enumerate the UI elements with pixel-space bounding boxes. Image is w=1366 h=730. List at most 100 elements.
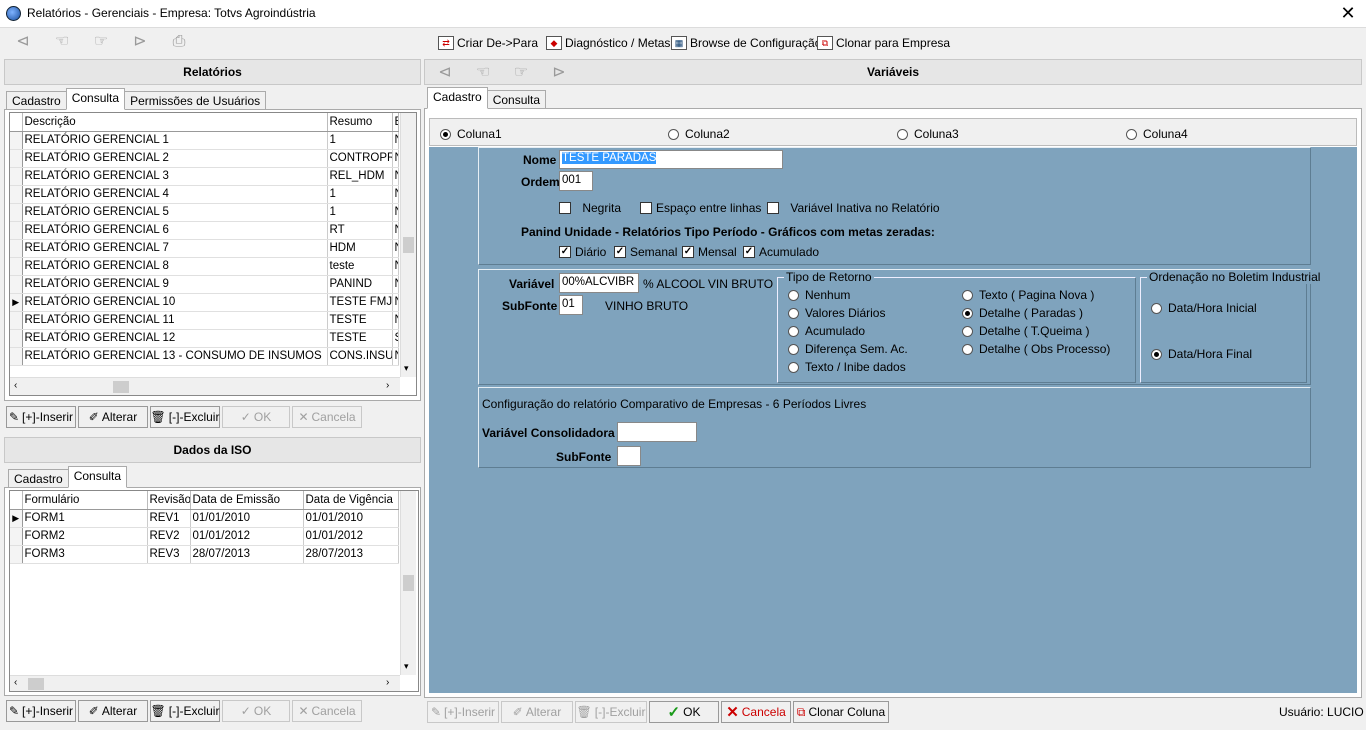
- var-inserir-button[interactable]: ✎ [+]-Inserir: [427, 701, 499, 723]
- table-row[interactable]: RELATÓRIO GERENCIAL 11N: [10, 131, 399, 150]
- tab-consulta[interactable]: Consulta: [65, 88, 126, 110]
- subfonte-field[interactable]: 01: [559, 295, 583, 315]
- coluna1-radio[interactable]: Coluna1: [440, 127, 502, 141]
- hscroll-thumb[interactable]: [113, 381, 129, 393]
- tab-cadastro[interactable]: Cadastro: [6, 91, 67, 110]
- semanal-checkbox[interactable]: ✓ Semanal: [614, 245, 677, 259]
- var-cancela-button[interactable]: ✕ Cancela: [721, 701, 791, 723]
- table-row[interactable]: RELATÓRIO GERENCIAL 2CONTROPRN: [10, 149, 399, 168]
- excluir-button[interactable]: 🗑 [-]-Excluir: [150, 406, 220, 428]
- scroll-right-icon[interactable]: ›: [386, 380, 389, 391]
- coluna4-radio[interactable]: Coluna4: [1126, 127, 1188, 141]
- col-revisao[interactable]: Revisão: [147, 491, 191, 510]
- ok-button[interactable]: ✓ OK: [222, 406, 290, 428]
- retorno-paradas-radio[interactable]: Detalhe ( Paradas ): [962, 306, 1083, 320]
- table-row[interactable]: FORM3 REV3 28/07/2013 28/07/2013: [10, 545, 399, 564]
- table-row[interactable]: RELATÓRIO GERENCIAL 8testeN: [10, 257, 399, 276]
- retorno-acumulado-radio[interactable]: Acumulado: [788, 324, 865, 338]
- scroll-left-icon[interactable]: ‹: [14, 380, 17, 391]
- var-first-icon[interactable]: ⊲: [432, 62, 458, 84]
- diagnostico-button[interactable]: ◆ Diagnóstico / Metas: [546, 32, 670, 54]
- table-row[interactable]: RELATÓRIO GERENCIAL 13 - CONSUMO DE INSU…: [10, 347, 399, 366]
- table-row[interactable]: ▶ FORM1 REV1 01/01/2010 01/01/2010: [10, 509, 399, 528]
- table-row[interactable]: RELATÓRIO GERENCIAL 51N: [10, 203, 399, 222]
- scroll-down-icon[interactable]: ▾: [404, 661, 409, 672]
- col-formulario[interactable]: Formulário: [22, 491, 148, 510]
- scroll-left-icon[interactable]: ‹: [14, 677, 17, 688]
- previous-record-icon[interactable]: ☜: [49, 31, 75, 53]
- retorno-queima-radio[interactable]: Detalhe ( T.Queima ): [962, 324, 1090, 338]
- tab-iso-cadastro[interactable]: Cadastro: [8, 469, 69, 488]
- table-row[interactable]: FORM2 REV2 01/01/2012 01/01/2012: [10, 527, 399, 546]
- ordenacao-inicial-radio[interactable]: Data/Hora Inicial: [1151, 301, 1257, 315]
- browse-config-button[interactable]: ▦ Browse de Configuração: [671, 32, 821, 54]
- cancela-button[interactable]: ✕ Cancela: [292, 406, 362, 428]
- col-e[interactable]: E: [392, 113, 399, 132]
- mensal-checkbox[interactable]: ✓ Mensal: [682, 245, 737, 259]
- alterar-button[interactable]: ✐ Alterar: [78, 406, 148, 428]
- last-record-icon[interactable]: ⊳: [127, 31, 153, 53]
- tab-permissoes[interactable]: Permissões de Usuários: [124, 91, 267, 110]
- scroll-down-icon[interactable]: ▾: [404, 363, 409, 374]
- negrita-checkbox[interactable]: Negrita: [559, 201, 621, 215]
- relatorios-hscroll[interactable]: ‹ ›: [10, 377, 400, 395]
- var-prev-icon[interactable]: ☜: [470, 62, 496, 84]
- retorno-diferenca-radio[interactable]: Diferença Sem. Ac.: [788, 342, 908, 356]
- tab-var-consulta[interactable]: Consulta: [486, 90, 547, 109]
- close-icon[interactable]: ✕: [1336, 2, 1360, 24]
- consolidada-field[interactable]: [617, 422, 697, 442]
- retorno-obs-radio[interactable]: Detalhe ( Obs Processo): [962, 342, 1110, 356]
- nome-field[interactable]: TESTE PARADAS: [559, 150, 783, 169]
- var-excluir-button[interactable]: 🗑 [-]-Excluir: [575, 701, 647, 723]
- var-next-icon[interactable]: ☞: [508, 62, 534, 84]
- criar-de-para-button[interactable]: ⇄ Criar De->Para: [438, 32, 538, 54]
- subfonte2-field[interactable]: [617, 446, 641, 466]
- iso-inserir-button[interactable]: ✎ [+]-Inserir: [6, 700, 76, 722]
- iso-hscroll[interactable]: ‹ ›: [10, 675, 400, 691]
- tab-var-cadastro[interactable]: Cadastro: [427, 87, 488, 109]
- ordenacao-final-radio[interactable]: Data/Hora Final: [1151, 347, 1252, 361]
- table-row[interactable]: RELATÓRIO GERENCIAL 9PANINDN: [10, 275, 399, 294]
- iso-ok-button[interactable]: ✓ OK: [222, 700, 290, 722]
- var-last-icon[interactable]: ⊳: [546, 62, 572, 84]
- retorno-nenhum-radio[interactable]: Nenhum: [788, 288, 850, 302]
- iso-excluir-button[interactable]: 🗑 [-]-Excluir: [150, 700, 220, 722]
- col-emissao[interactable]: Data de Emissão: [190, 491, 304, 510]
- clonar-empresa-button[interactable]: ⧉ Clonar para Empresa: [817, 32, 950, 54]
- variavel-field[interactable]: 00%ALCVIBR: [559, 273, 639, 293]
- coluna3-radio[interactable]: Coluna3: [897, 127, 959, 141]
- var-ok-button[interactable]: ✓ OK: [649, 701, 719, 723]
- col-descricao[interactable]: Descrição: [22, 113, 328, 132]
- table-row[interactable]: ▶RELATÓRIO GERENCIAL 10TESTE FMJN: [10, 293, 399, 312]
- inserir-button[interactable]: ✎ [+]-Inserir: [6, 406, 76, 428]
- ordem-field[interactable]: 001: [559, 171, 593, 191]
- retorno-texto-radio[interactable]: Texto / Inibe dados: [788, 360, 906, 374]
- table-row[interactable]: RELATÓRIO GERENCIAL 7HDMN: [10, 239, 399, 258]
- acumulado-checkbox[interactable]: ✓ Acumulado: [743, 245, 819, 259]
- col-resumo[interactable]: Resumo: [327, 113, 393, 132]
- relatorios-vscroll[interactable]: ▾: [400, 113, 416, 377]
- scroll-thumb[interactable]: [403, 237, 414, 253]
- print-icon[interactable]: ⎙: [166, 31, 192, 53]
- table-row[interactable]: RELATÓRIO GERENCIAL 6RTN: [10, 221, 399, 240]
- retorno-valores-radio[interactable]: Valores Diários: [788, 306, 885, 320]
- next-record-icon[interactable]: ☞: [88, 31, 114, 53]
- table-row[interactable]: RELATÓRIO GERENCIAL 12TESTES: [10, 329, 399, 348]
- scroll-thumb[interactable]: [403, 575, 414, 591]
- coluna2-radio[interactable]: Coluna2: [668, 127, 730, 141]
- table-row[interactable]: RELATÓRIO GERENCIAL 3REL_HDMN: [10, 167, 399, 186]
- col-vigencia[interactable]: Data de Vigência: [303, 491, 399, 510]
- table-row[interactable]: RELATÓRIO GERENCIAL 41N: [10, 185, 399, 204]
- diario-checkbox[interactable]: ✓ Diário: [559, 245, 606, 259]
- clonar-coluna-button[interactable]: ⧉ Clonar Coluna: [793, 701, 889, 723]
- inativa-checkbox[interactable]: Variável Inativa no Relatório: [767, 201, 940, 215]
- first-record-icon[interactable]: ⊲: [10, 31, 36, 53]
- tab-iso-consulta[interactable]: Consulta: [67, 466, 128, 488]
- scroll-right-icon[interactable]: ›: [386, 677, 389, 688]
- iso-alterar-button[interactable]: ✐ Alterar: [78, 700, 148, 722]
- hscroll-thumb[interactable]: [28, 678, 44, 690]
- var-alterar-button[interactable]: ✐ Alterar: [501, 701, 573, 723]
- espaco-checkbox[interactable]: Espaço entre linhas: [640, 201, 761, 215]
- iso-vscroll[interactable]: ▾: [400, 491, 416, 675]
- table-row[interactable]: RELATÓRIO GERENCIAL 11TESTEN: [10, 311, 399, 330]
